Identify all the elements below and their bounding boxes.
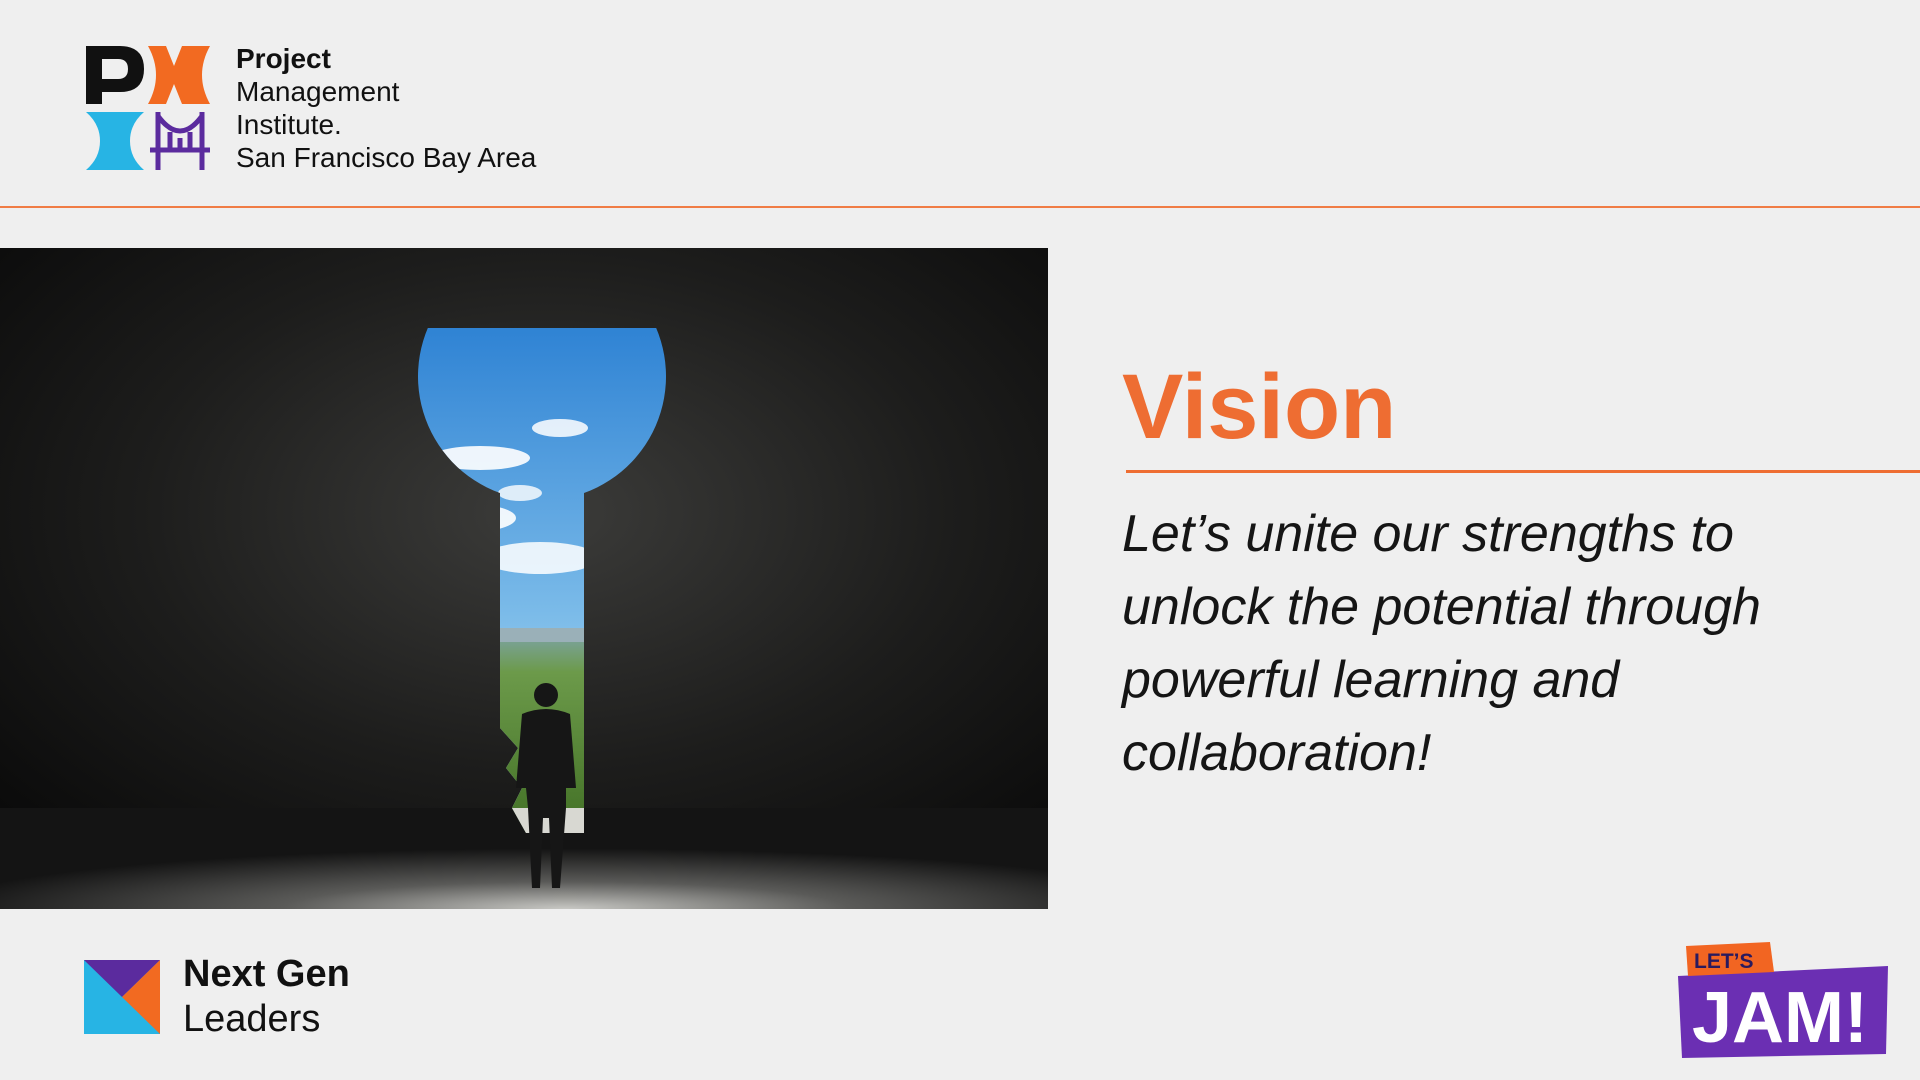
badge-small-text: LET’S	[1694, 950, 1754, 973]
slide: Project Management Institute. San Franci…	[0, 0, 1920, 1080]
org-name-line2: Management	[236, 76, 400, 107]
group-name-line2: Leaders	[183, 998, 321, 1040]
header: Project Management Institute. San Franci…	[0, 0, 1920, 206]
group-name-line1: Next Gen	[183, 953, 350, 995]
keyhole-door-icon	[0, 248, 1048, 909]
pmi-logo-icon	[86, 46, 210, 170]
org-name-line3: Institute.	[236, 109, 342, 140]
header-divider	[0, 206, 1920, 208]
group-name: Next Gen Leaders	[183, 952, 350, 1042]
next-gen-leaders-logo-icon	[84, 960, 160, 1034]
org-name: Project Management Institute. San Franci…	[236, 42, 536, 174]
org-name-line4: San Francisco Bay Area	[236, 142, 537, 173]
org-name-line1: Project	[236, 43, 331, 74]
page-title: Vision	[1122, 356, 1397, 458]
lets-jam-badge-icon: LET’S JAM!	[1678, 942, 1888, 1058]
vision-statement: Let’s unite our strengths to unlock the …	[1122, 505, 1761, 782]
keyhole-door-image	[0, 248, 1048, 909]
title-underline	[1126, 470, 1920, 473]
badge-large-text: JAM!	[1692, 978, 1868, 1058]
